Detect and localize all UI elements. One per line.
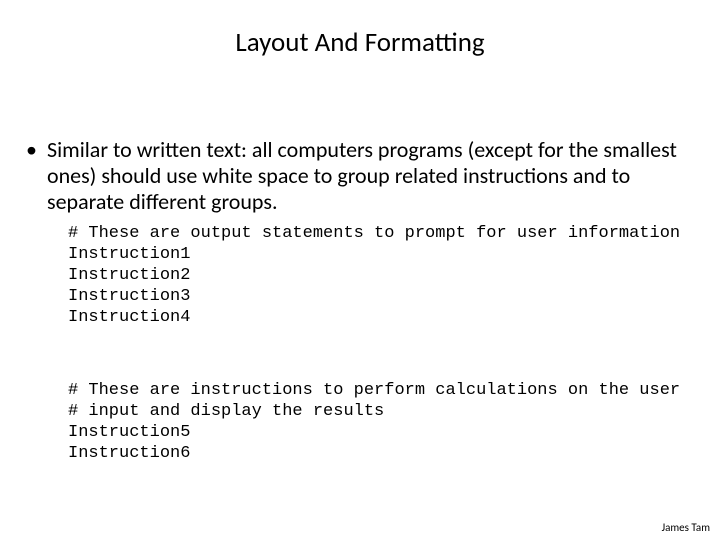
footer-author: James Tam	[662, 521, 710, 534]
slide-title: Layout And Formatting	[30, 26, 690, 59]
code-block-2: # These are instructions to perform calc…	[68, 380, 690, 464]
bullet-text: Similar to written text: all computers p…	[47, 137, 690, 215]
bullet-marker: •	[26, 137, 37, 163]
slide: Layout And Formatting • Similar to writt…	[0, 0, 720, 540]
code-block-1: # These are output statements to prompt …	[68, 223, 690, 328]
bullet-item: • Similar to written text: all computers…	[30, 137, 690, 215]
